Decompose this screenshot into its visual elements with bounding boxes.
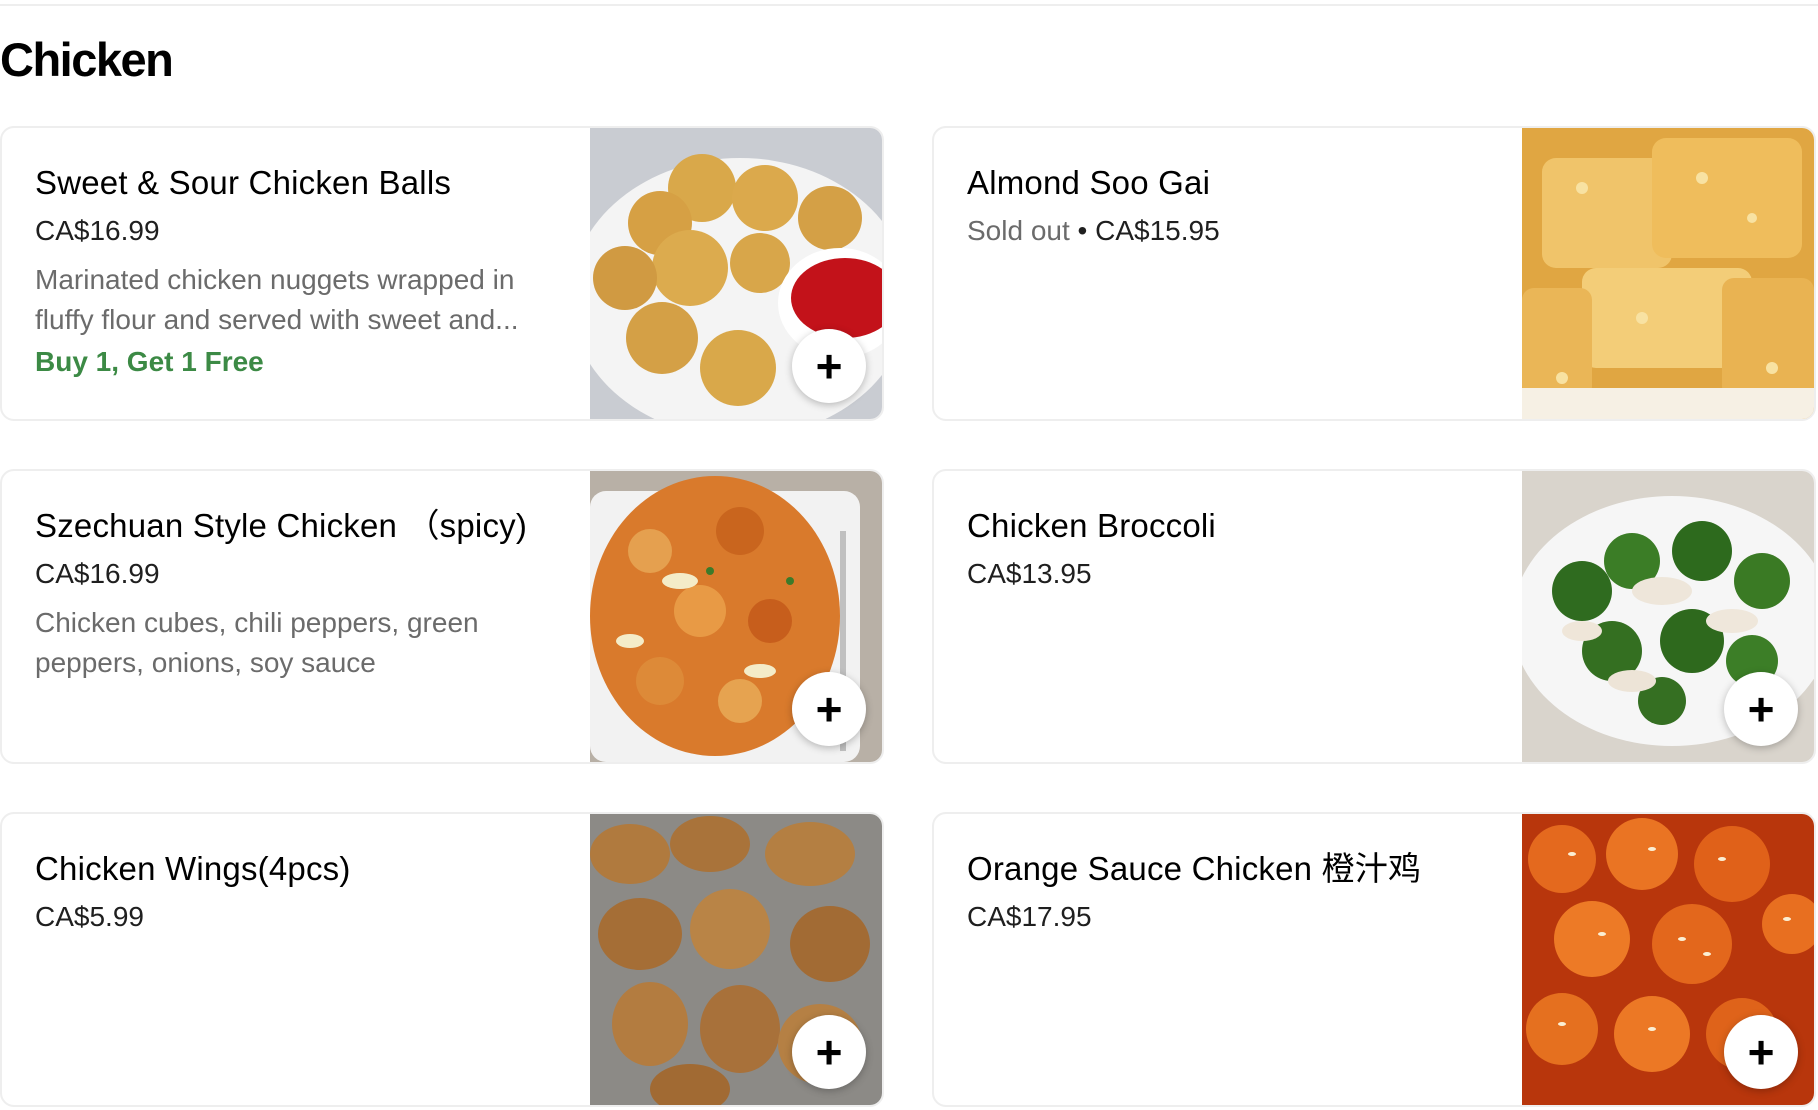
menu-item-text: Orange Sauce Chicken 橙汁鸡 CA$17.95	[967, 848, 1487, 934]
menu-item-card[interactable]: Sweet & Sour Chicken Balls CA$16.99 Mari…	[0, 126, 884, 421]
menu-item-text: Almond Soo Gai Sold out • CA$15.95	[967, 162, 1487, 248]
item-price-line: Sold out • CA$15.95	[967, 213, 1487, 248]
menu-item-card[interactable]: Chicken Wings(4pcs) CA$5.99 +	[0, 812, 884, 1107]
item-price: CA$17.95	[967, 901, 1092, 933]
item-name: Almond Soo Gai	[967, 164, 1211, 201]
add-to-cart-button[interactable]: +	[792, 1015, 866, 1089]
menu-item-card[interactable]: Szechuan Style Chicken （spicy) CA$16.99 …	[0, 469, 884, 764]
item-price: CA$16.99	[35, 558, 160, 590]
item-name: Orange Sauce Chicken 橙汁鸡	[967, 850, 1422, 887]
item-price: CA$16.99	[35, 215, 160, 247]
menu-item-text: Sweet & Sour Chicken Balls CA$16.99 Mari…	[35, 162, 555, 378]
item-promo: Buy 1, Get 1 Free	[35, 346, 264, 378]
item-name: Chicken Wings(4pcs)	[35, 850, 351, 887]
section-title: Chicken	[0, 33, 174, 86]
menu-grid: Sweet & Sour Chicken Balls CA$16.99 Mari…	[0, 126, 1818, 1107]
menu-item-card[interactable]: Almond Soo Gai Sold out • CA$15.95	[932, 126, 1816, 421]
item-price: CA$5.99	[35, 901, 144, 933]
item-price: CA$13.95	[967, 558, 1092, 590]
sold-out-label: Sold out	[967, 215, 1070, 247]
item-name: Szechuan Style Chicken （spicy)	[35, 507, 528, 544]
price-separator: •	[1069, 215, 1096, 247]
almond-soo-gai-image	[1522, 128, 1814, 419]
menu-item-text: Szechuan Style Chicken （spicy) CA$16.99 …	[35, 505, 555, 683]
menu-item-text: Chicken Wings(4pcs) CA$5.99	[35, 848, 555, 934]
menu-page: Chicken Sweet & Sour Chicken Balls CA$16…	[0, 0, 1818, 1110]
menu-item-text: Chicken Broccoli CA$13.95	[967, 505, 1487, 591]
add-to-cart-button[interactable]: +	[792, 329, 866, 403]
item-price: CA$15.95	[1095, 215, 1220, 247]
item-description: Chicken cubes, chili peppers, green pepp…	[35, 607, 479, 679]
add-to-cart-button[interactable]: +	[792, 672, 866, 746]
add-to-cart-button[interactable]: +	[1724, 1015, 1798, 1089]
menu-item-card[interactable]: Chicken Broccoli CA$13.95 +	[932, 469, 1816, 764]
item-name: Chicken Broccoli	[967, 507, 1216, 544]
item-name: Sweet & Sour Chicken Balls	[35, 164, 452, 201]
menu-item-card[interactable]: Orange Sauce Chicken 橙汁鸡 CA$17.95 +	[932, 812, 1816, 1107]
divider	[0, 4, 1818, 6]
add-to-cart-button[interactable]: +	[1724, 672, 1798, 746]
item-description: Marinated chicken nuggets wrapped in flu…	[35, 264, 519, 336]
